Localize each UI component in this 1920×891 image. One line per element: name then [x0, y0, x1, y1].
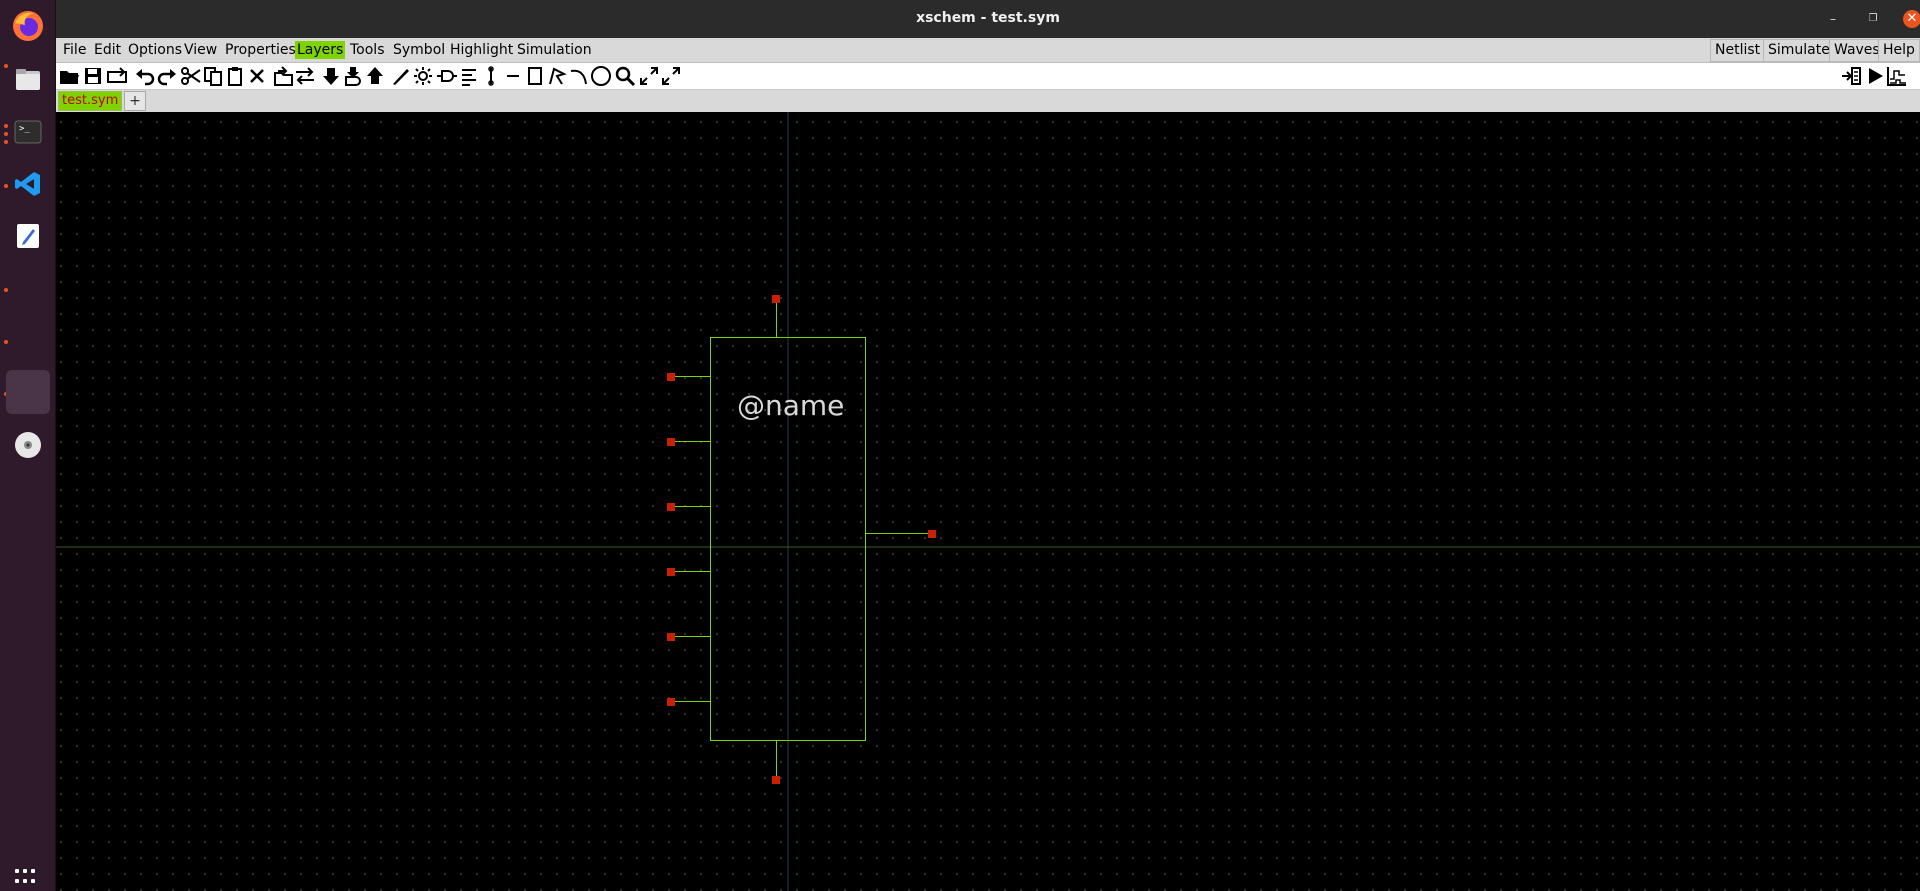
zoom-icon[interactable] — [614, 65, 636, 87]
firefox-icon[interactable] — [6, 4, 50, 48]
zoom-full-icon[interactable] — [638, 65, 660, 87]
menu-bar: File Edit Options View Properties Layers… — [56, 38, 1920, 63]
draw-wire-icon[interactable] — [390, 65, 412, 87]
line-icon[interactable] — [502, 65, 524, 87]
zoom-fit-icon[interactable] — [660, 65, 682, 87]
open-icon[interactable] — [58, 65, 80, 87]
undo-icon[interactable] — [134, 65, 156, 87]
menu-tools[interactable]: Tools — [348, 41, 387, 59]
window-titlebar: xschem - test.sym – ❐ ✕ — [56, 0, 1920, 40]
menu-layers[interactable]: Layers — [295, 41, 346, 59]
pin-bottom — [772, 776, 780, 784]
polygon-icon[interactable] — [546, 65, 568, 87]
menu-file[interactable]: File — [61, 41, 88, 59]
add-bus-icon[interactable] — [480, 65, 502, 87]
waves-button[interactable]: Waves — [1829, 39, 1885, 62]
paste-icon[interactable] — [224, 65, 246, 87]
tab-bar: test.sym + — [56, 90, 1920, 113]
circle-icon[interactable] — [590, 65, 612, 87]
tab-test-sym[interactable]: test.sym — [58, 91, 123, 111]
text-editor-icon[interactable] — [6, 214, 50, 258]
menu-symbol[interactable]: Symbol — [391, 41, 447, 59]
copy-icon[interactable] — [202, 65, 224, 87]
pin-left-2 — [667, 438, 675, 446]
pin-left-4 — [667, 568, 675, 576]
svg-text:>_: >_ — [19, 124, 30, 134]
menu-highlight[interactable]: Highlight — [448, 41, 515, 59]
app-7-icon[interactable] — [6, 318, 50, 362]
menu-options[interactable]: Options — [126, 41, 184, 59]
arc-icon[interactable] — [568, 65, 590, 87]
save-icon[interactable] — [82, 65, 104, 87]
toolbar — [56, 63, 1920, 90]
show-applications-icon[interactable] — [15, 869, 39, 885]
rectangle-icon[interactable] — [524, 65, 546, 87]
application-dock: >_ — [0, 0, 56, 891]
delete-icon[interactable] — [246, 65, 268, 87]
simulate-icon[interactable] — [1864, 65, 1886, 87]
reload-icon[interactable] — [106, 65, 128, 87]
maximize-icon[interactable]: ❐ — [1864, 10, 1882, 28]
disc-icon[interactable] — [6, 423, 50, 467]
symbol-name-label: @name — [737, 389, 845, 422]
schematic-canvas[interactable]: @name — [56, 112, 1920, 891]
terminal-icon[interactable]: >_ — [6, 110, 50, 154]
app-6-icon[interactable] — [6, 266, 50, 310]
pin-top — [772, 295, 780, 303]
help-button[interactable]: Help — [1878, 39, 1920, 62]
descend-icon[interactable] — [320, 65, 342, 87]
netlist-icon[interactable] — [1840, 65, 1862, 87]
go-up-icon[interactable] — [364, 65, 386, 87]
app-8-icon[interactable] — [6, 370, 50, 414]
pin-left-6 — [667, 698, 675, 706]
redo-icon[interactable] — [156, 65, 178, 87]
pin-right — [928, 530, 936, 538]
align-icon[interactable] — [458, 65, 480, 87]
close-icon[interactable]: ✕ — [1903, 10, 1920, 28]
menu-properties[interactable]: Properties — [223, 41, 298, 59]
netlist-button[interactable]: Netlist — [1710, 39, 1766, 62]
swap-icon[interactable] — [294, 65, 316, 87]
add-pin-icon[interactable] — [436, 65, 458, 87]
minimize-icon[interactable]: – — [1824, 10, 1842, 28]
files-icon[interactable] — [6, 58, 50, 102]
menu-edit[interactable]: Edit — [92, 41, 123, 59]
pin-left-1 — [667, 373, 675, 381]
insert-symbol-icon[interactable] — [272, 65, 294, 87]
descend-symbol-icon[interactable] — [342, 65, 364, 87]
vscode-icon[interactable] — [6, 162, 50, 206]
menu-view[interactable]: View — [182, 41, 219, 59]
pin-left-5 — [667, 633, 675, 641]
symbol-drawing — [56, 112, 1920, 891]
highlight-icon[interactable] — [412, 65, 434, 87]
menu-simulation[interactable]: Simulation — [515, 41, 594, 59]
pin-left-3 — [667, 503, 675, 511]
waves-icon[interactable] — [1886, 65, 1908, 87]
add-tab-button[interactable]: + — [124, 91, 146, 111]
simulate-button[interactable]: Simulate — [1763, 39, 1835, 62]
window-title: xschem - test.sym — [916, 10, 1060, 26]
cut-icon[interactable] — [180, 65, 202, 87]
